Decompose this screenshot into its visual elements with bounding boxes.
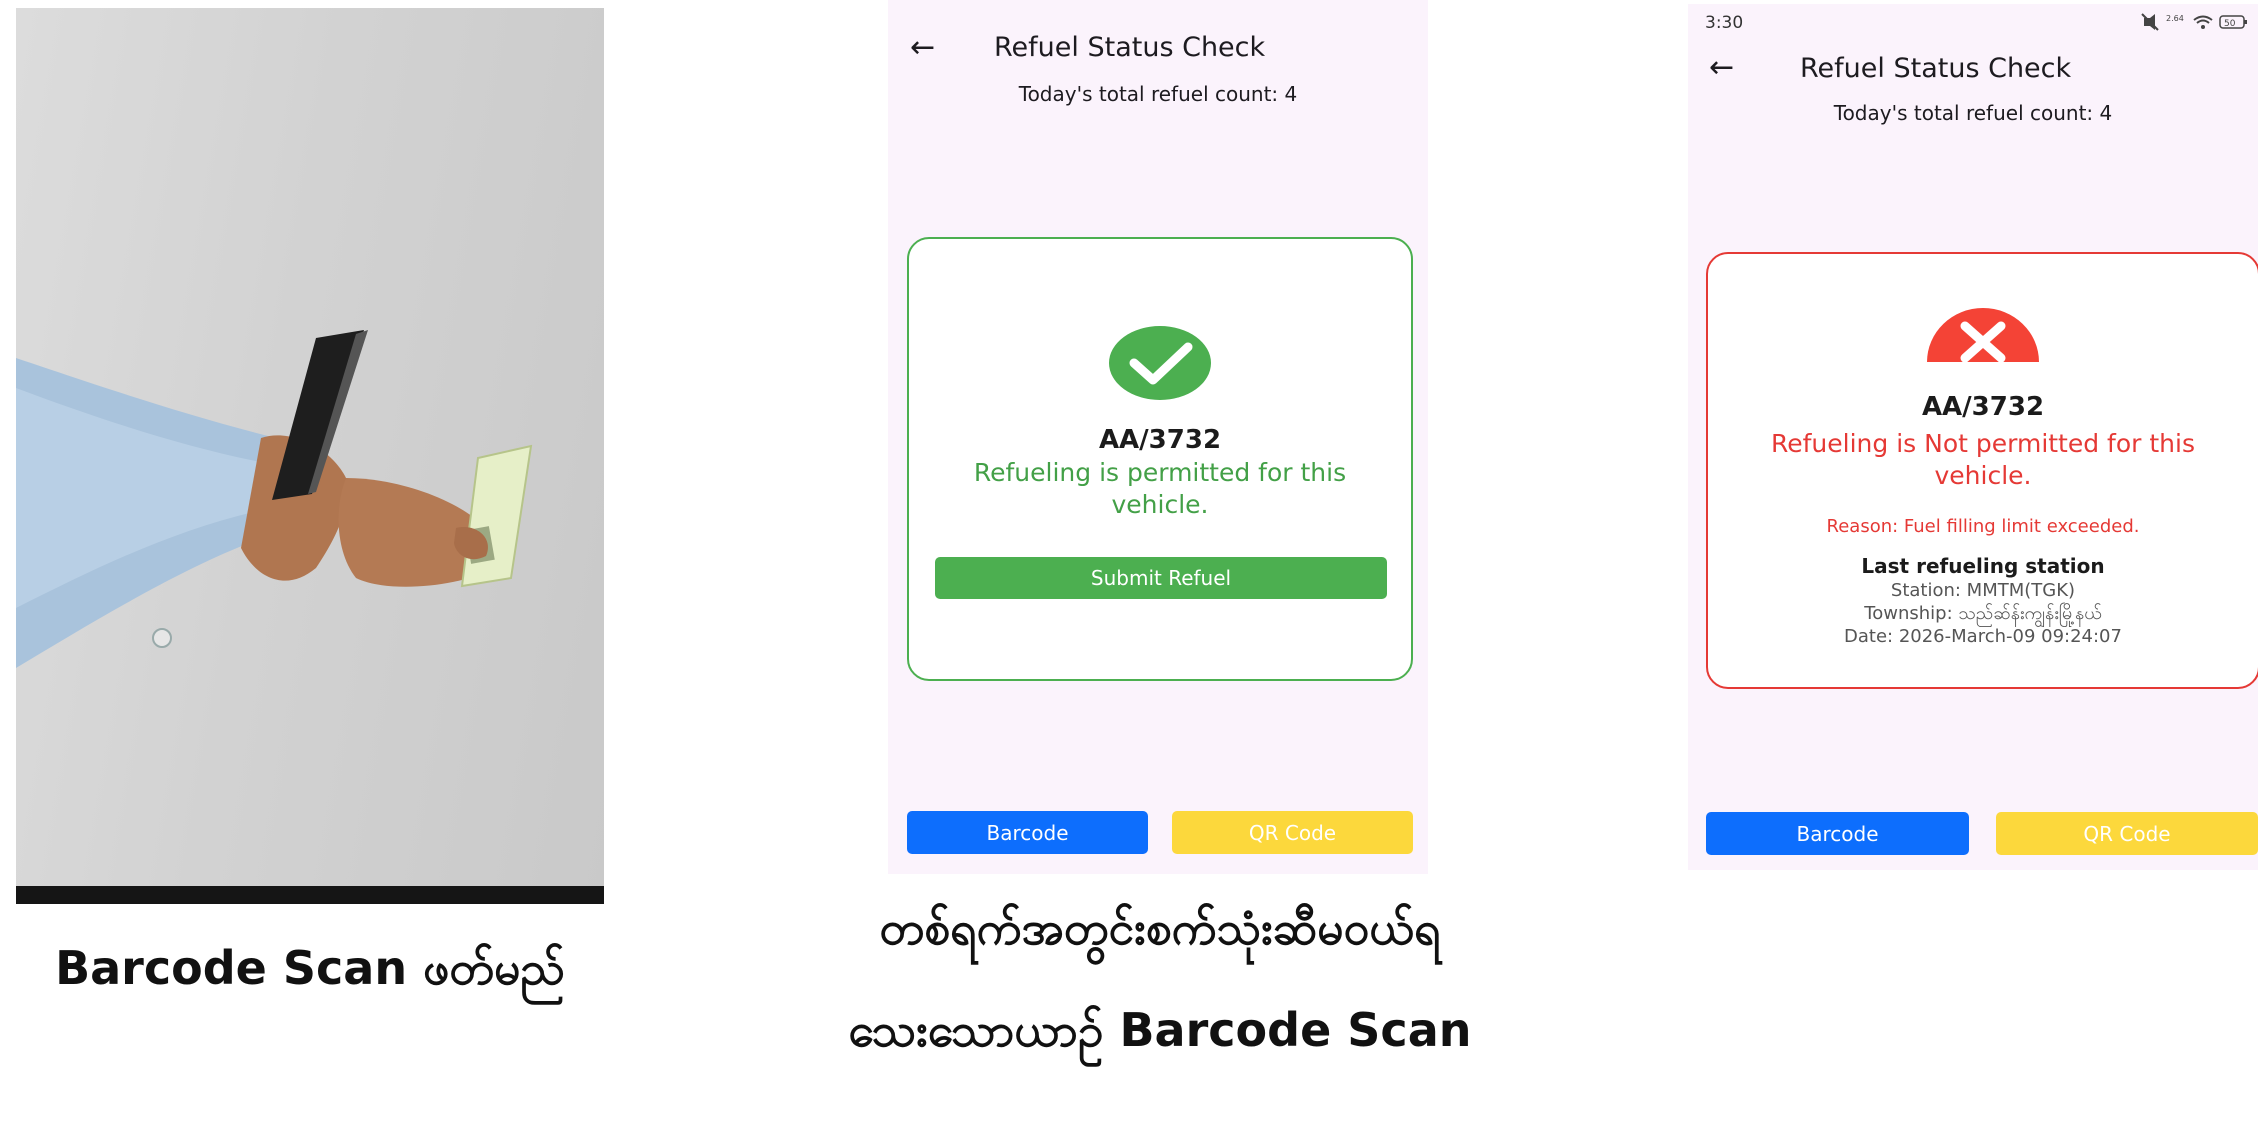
- vehicle-plate: AA/3732: [1921, 392, 2045, 422]
- total-refuel-count: Today's total refuel count: 4: [1018, 82, 1298, 106]
- wifi-icon: [2193, 15, 2213, 29]
- svg-text:50: 50: [2224, 19, 2236, 29]
- network-speed-icon: 2.64: [2166, 14, 2184, 23]
- arrow-left-icon[interactable]: ←: [910, 30, 935, 65]
- hands-scanning-illustration: [16, 330, 533, 668]
- result-card-denied: AA/3732 Refueling is Not permitted for t…: [1706, 252, 2258, 689]
- app-bar-title: Refuel Status Check: [994, 32, 1266, 63]
- qr-code-button[interactable]: QR Code: [1996, 812, 2258, 855]
- status-time: 3:30: [1705, 13, 1744, 33]
- scanning-photo: [16, 8, 604, 904]
- vehicle-plate: AA/3732: [1098, 425, 1222, 455]
- status-icons: 2.64 50: [2140, 12, 2250, 32]
- caption-line-2: သေးသောယာဥ် Barcode Scan: [848, 1003, 1472, 1057]
- denial-message: Refueling is Not permitted for this vehi…: [1771, 429, 2195, 490]
- total-refuel-count: Today's total refuel count: 4: [1833, 101, 2113, 125]
- mute-icon: [2141, 13, 2159, 31]
- check-circle-icon: [1108, 325, 1212, 401]
- denial-reason: Reason: Fuel filling limit exceeded.: [1826, 516, 2140, 537]
- arrow-left-icon[interactable]: ←: [1709, 50, 1734, 85]
- phone-screen-permitted: ← Refuel Status Check Today's total refu…: [888, 0, 1428, 874]
- barcode-button[interactable]: Barcode: [1706, 812, 1969, 855]
- last-station-township: Township: သည်ဆ်န်းကျွန်းမြို့နယ်: [1864, 603, 2102, 624]
- last-station-title: Last refueling station: [1861, 554, 2105, 578]
- barcode-button[interactable]: Barcode: [907, 811, 1148, 854]
- submit-refuel-button[interactable]: Submit Refuel: [935, 557, 1387, 599]
- phone-screen-denied: 3:30 2.64 50 ← Refuel Status Check Today…: [1688, 4, 2258, 870]
- result-card-permitted: AA/3732 Refueling is permitted for this …: [907, 237, 1413, 681]
- photo-bottom-bar: [16, 886, 604, 904]
- last-station-name: Station: MMTM(TGK): [1890, 580, 2076, 601]
- last-refuel-date: Date: 2026-March-09 09:24:07: [1844, 626, 2122, 647]
- battery-icon: 50: [2219, 15, 2247, 29]
- permission-message: Refueling is permitted for this vehicle.: [973, 458, 1347, 519]
- qr-code-button[interactable]: QR Code: [1172, 811, 1413, 854]
- caption-line-1: တစ်ရက်အတွင်းစက်သုံးဆီမဝယ်ရ: [879, 901, 1441, 955]
- caption-barcode-scan: Barcode Scan ဖတ်မည်: [55, 941, 565, 995]
- x-circle-icon: [1927, 306, 2039, 362]
- app-bar-title: Refuel Status Check: [1800, 53, 2072, 84]
